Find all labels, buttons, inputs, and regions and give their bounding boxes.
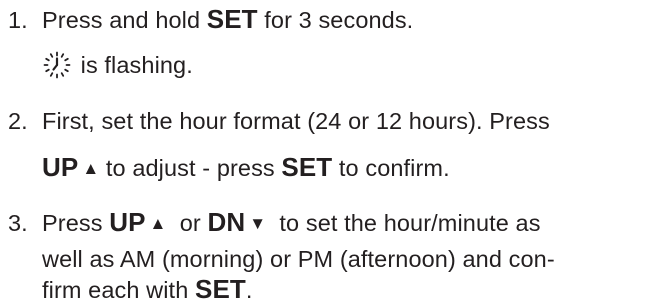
step-text: or — [166, 210, 208, 236]
step-text: First, set the hour format (24 or 12 hou… — [42, 108, 550, 134]
step-text: firm each with — [42, 277, 195, 303]
step-1-line-1: 1. Press and hold SET for 3 seconds. — [8, 4, 413, 35]
step-text: for 3 seconds. — [257, 7, 414, 33]
down-arrow-icon: ▼ — [249, 214, 267, 233]
set-keyword: SET — [195, 274, 246, 304]
step-2-line-2: UP ▲ to adjust - press SET to confirm. — [42, 152, 450, 184]
up-arrow-icon: ▲ — [82, 159, 100, 178]
set-keyword: SET — [281, 152, 333, 182]
step-1-line-2: is flashing. — [42, 50, 193, 80]
step-number: 2. — [8, 108, 28, 134]
dn-keyword: DN — [207, 207, 246, 237]
step-3-line-2: well as AM (morning) or PM (afternoon) a… — [42, 244, 555, 274]
step-text: is flashing. — [74, 52, 193, 78]
step-text: to set the hour/minute as — [266, 210, 541, 236]
clock-icon — [43, 51, 71, 79]
step-3-line-1: 3. Press UP ▲ or DN ▼ to set the hour/minut… — [8, 207, 541, 239]
step-3-line-3: firm each with SET. — [42, 274, 253, 305]
step-text: Press and hold — [42, 7, 207, 33]
step-text: to adjust - press — [99, 155, 282, 181]
step-text: . — [245, 277, 253, 303]
step-2-line-1: 2. First, set the hour format (24 or 12 h… — [8, 106, 550, 136]
up-keyword: UP — [42, 152, 79, 182]
step-number: 1. — [8, 7, 28, 33]
step-text: Press — [42, 210, 110, 236]
up-keyword: UP — [109, 207, 146, 237]
step-text: to confirm. — [332, 155, 450, 181]
step-text: well as AM (morning) or PM (afternoon) a… — [42, 246, 555, 272]
up-arrow-icon: ▲ — [149, 214, 167, 233]
set-keyword: SET — [206, 4, 258, 34]
step-number: 3. — [8, 210, 28, 236]
